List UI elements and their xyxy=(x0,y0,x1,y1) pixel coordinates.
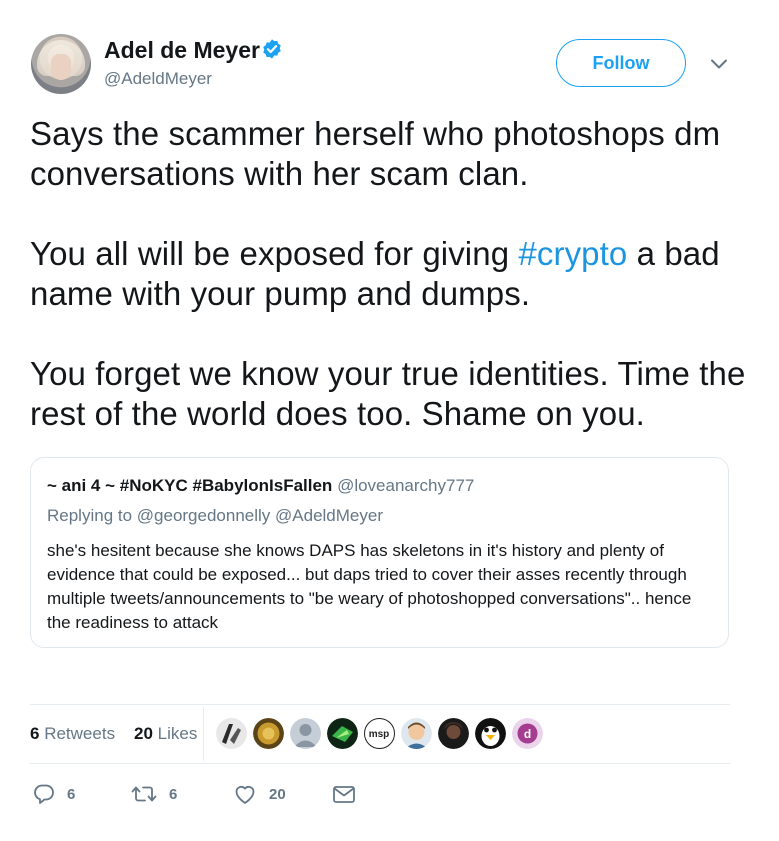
likes-label: Likes xyxy=(157,724,198,743)
liker-avatar[interactable] xyxy=(401,718,432,749)
quoted-replying-to: Replying to @georgedonnelly @AdeldMeyer xyxy=(47,506,383,525)
divider xyxy=(30,704,730,705)
retweet-count: 6 xyxy=(169,785,178,803)
likes-stat[interactable]: 20 Likes xyxy=(134,724,197,743)
heart-icon xyxy=(235,786,255,804)
direct-message-action[interactable] xyxy=(332,782,356,806)
quoted-author-handle: @loveanarchy777 xyxy=(337,476,475,495)
liker-avatar[interactable] xyxy=(253,718,284,749)
stats-divider xyxy=(203,707,204,761)
author-avatar[interactable] xyxy=(31,34,91,94)
retweet-action[interactable]: 6 xyxy=(131,782,177,806)
reply-count: 6 xyxy=(67,785,76,803)
avatar-face xyxy=(51,54,71,80)
quoted-author-name: ~ ani 4 ~ #NoKYC #BabylonIsFallen xyxy=(47,476,333,495)
quoted-tweet-card[interactable]: ~ ani 4 ~ #NoKYC #BabylonIsFallen @lovea… xyxy=(30,457,729,648)
liker-avatar[interactable] xyxy=(216,718,247,749)
retweets-count: 6 xyxy=(30,724,40,743)
liker-avatar[interactable]: d xyxy=(512,718,543,749)
quoted-tweet-body: she's hesitent because she knows DAPS ha… xyxy=(47,541,692,632)
tweet-text: Says the scammer herself who photoshops … xyxy=(30,114,752,434)
divider xyxy=(30,763,730,764)
liker-avatar[interactable] xyxy=(290,718,321,749)
follow-button[interactable]: Follow xyxy=(556,39,686,87)
liker-avatar-msp[interactable]: msp xyxy=(364,718,395,749)
author-handle[interactable]: @AdeldMeyer xyxy=(104,68,212,90)
quoted-author: ~ ani 4 ~ #NoKYC #BabylonIsFallen @lovea… xyxy=(47,476,474,496)
liker-avatar[interactable] xyxy=(475,718,506,749)
engagement-stats: 6 Retweets 20 Likes xyxy=(30,723,197,745)
reply-action[interactable]: 6 xyxy=(33,782,75,806)
retweet-icon xyxy=(131,786,157,802)
author-name[interactable]: Adel de Meyer xyxy=(104,36,260,64)
like-action[interactable]: 20 xyxy=(233,782,286,806)
likes-count: 20 xyxy=(133,724,153,743)
svg-text:d: d xyxy=(524,727,531,741)
svg-text:msp: msp xyxy=(369,729,390,740)
like-count: 20 xyxy=(269,785,286,803)
reply-icon xyxy=(34,784,54,804)
chevron-down-icon[interactable] xyxy=(709,57,729,71)
liker-avatar[interactable] xyxy=(327,718,358,749)
envelope-icon xyxy=(333,786,355,803)
hashtag-link[interactable]: #crypto xyxy=(518,235,627,272)
verified-badge-icon xyxy=(263,39,281,59)
retweets-label: Retweets xyxy=(44,724,116,743)
liker-avatar[interactable] xyxy=(438,718,469,749)
retweets-stat[interactable]: 6 Retweets xyxy=(30,724,115,743)
